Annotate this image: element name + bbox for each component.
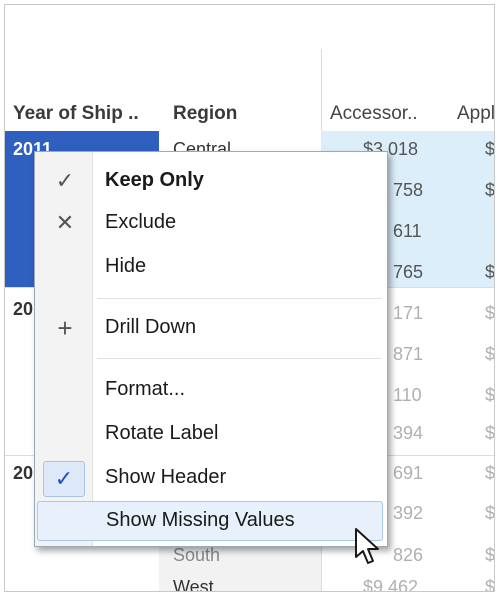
- value-cell: $: [485, 139, 495, 159]
- value-cell: $: [485, 303, 495, 323]
- value-cell: $: [485, 385, 495, 405]
- value-cell: $: [485, 545, 495, 565]
- menu-item-label: Show Missing Values: [106, 509, 295, 531]
- menu-item-label: Hide: [105, 255, 147, 277]
- menu-separator: [97, 298, 381, 299]
- plus-icon: +: [57, 313, 73, 343]
- value-cell: 691: [393, 463, 424, 483]
- value-cell: $: [485, 262, 495, 282]
- value-cell: $: [485, 423, 495, 443]
- value-cell: $9,462: [363, 577, 419, 592]
- value-cell: $: [485, 577, 495, 592]
- menu-item-label: Drill Down: [105, 316, 197, 338]
- value-cell: $: [485, 463, 495, 483]
- header-region[interactable]: Region: [173, 103, 237, 125]
- year-2012-label[interactable]: 20: [13, 299, 33, 320]
- menu-item-keep-only[interactable]: ✓ Keep Only: [37, 162, 383, 200]
- check-icon: ✓: [43, 461, 85, 497]
- check-icon: ✓: [55, 168, 75, 193]
- value-cell: 611: [393, 221, 422, 241]
- menu-item-show-missing-values[interactable]: Show Missing Values: [37, 501, 383, 541]
- menu-item-drill-down[interactable]: + Drill Down: [37, 309, 383, 347]
- value-cell: 758: [393, 180, 424, 200]
- region-south[interactable]: South: [173, 545, 220, 566]
- menu-separator: [97, 358, 381, 359]
- context-menu: ✓ Keep Only ✕ Exclude Hide + Drill Down …: [34, 151, 388, 547]
- menu-item-exclude[interactable]: ✕ Exclude: [37, 204, 383, 242]
- header-year-of-ship[interactable]: Year of Ship ..: [13, 103, 139, 125]
- menu-item-label: Exclude: [105, 211, 177, 233]
- header-accessories[interactable]: Accessor..: [330, 103, 418, 125]
- menu-item-label: Format...: [105, 378, 186, 400]
- value-cell: 392: [393, 503, 424, 523]
- menu-item-show-header[interactable]: ✓ Show Header: [37, 459, 383, 497]
- year-2013-label[interactable]: 20: [13, 463, 33, 484]
- region-west[interactable]: West: [173, 577, 214, 591]
- menu-item-format[interactable]: Format...: [37, 371, 383, 409]
- value-cell: 110: [393, 385, 422, 405]
- menu-item-label: Rotate Label: [105, 422, 219, 444]
- menu-item-label: Keep Only: [105, 169, 204, 191]
- mouse-cursor-icon: [355, 528, 379, 564]
- value-cell: $: [485, 344, 495, 364]
- value-cell: 171: [393, 303, 424, 323]
- value-cell: 871: [393, 344, 424, 364]
- x-icon: ✕: [55, 210, 75, 235]
- value-cell: $: [485, 180, 495, 200]
- value-cell: 826: [393, 545, 424, 565]
- menu-item-label: Show Header: [105, 466, 227, 488]
- menu-item-rotate-label[interactable]: Rotate Label: [37, 415, 383, 453]
- value-cell: 765: [393, 262, 424, 282]
- value-cell: 394: [393, 423, 424, 443]
- value-cell: $: [485, 503, 495, 523]
- menu-item-hide[interactable]: Hide: [37, 248, 383, 286]
- header-appliances[interactable]: Appl: [457, 103, 494, 125]
